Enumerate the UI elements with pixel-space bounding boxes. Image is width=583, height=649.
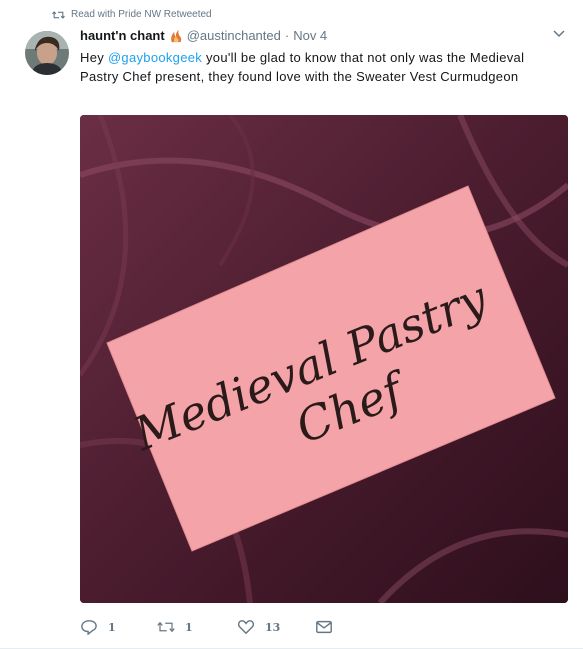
tweet-date[interactable]: Nov 4 xyxy=(293,28,327,43)
tweet-actions: 1 1 13 xyxy=(80,619,333,635)
separator: · xyxy=(284,28,290,43)
retweet-count: 1 xyxy=(185,620,193,634)
direct-message-button[interactable] xyxy=(315,619,333,635)
reply-button[interactable]: 1 xyxy=(80,619,157,635)
tweet-text: Hey @gaybookgeek you'll be glad to know … xyxy=(80,48,560,86)
retweet-icon xyxy=(52,10,65,19)
like-count: 13 xyxy=(265,620,281,634)
display-name[interactable]: haunt'n chant xyxy=(80,28,165,43)
avatar-image xyxy=(25,31,69,75)
tweet-header: haunt'n chant @austinchanted · Nov 4 xyxy=(80,28,327,43)
heart-icon xyxy=(237,620,255,635)
tweet-card[interactable]: Read with Pride NW Retweeted haunt'n cha… xyxy=(0,0,583,649)
reply-count: 1 xyxy=(108,620,116,634)
envelope-icon xyxy=(316,620,332,634)
photo-image: Medieval Pastry Chef xyxy=(80,115,568,603)
handle[interactable]: @austinchanted xyxy=(187,28,281,43)
retweet-icon xyxy=(157,622,175,632)
retweet-context-text[interactable]: Read with Pride NW Retweeted xyxy=(71,9,212,20)
retweet-context: Read with Pride NW Retweeted xyxy=(52,9,212,20)
tweet-photo[interactable]: Medieval Pastry Chef xyxy=(80,115,568,603)
tweet-text-before: Hey xyxy=(80,50,108,65)
mention-link[interactable]: @gaybookgeek xyxy=(108,50,202,65)
avatar[interactable] xyxy=(25,31,69,75)
like-button[interactable]: 13 xyxy=(237,619,315,635)
fire-emoji-icon xyxy=(170,29,181,42)
retweet-button[interactable]: 1 xyxy=(157,619,237,635)
reply-icon xyxy=(81,620,97,635)
chevron-down-icon[interactable] xyxy=(553,30,565,38)
